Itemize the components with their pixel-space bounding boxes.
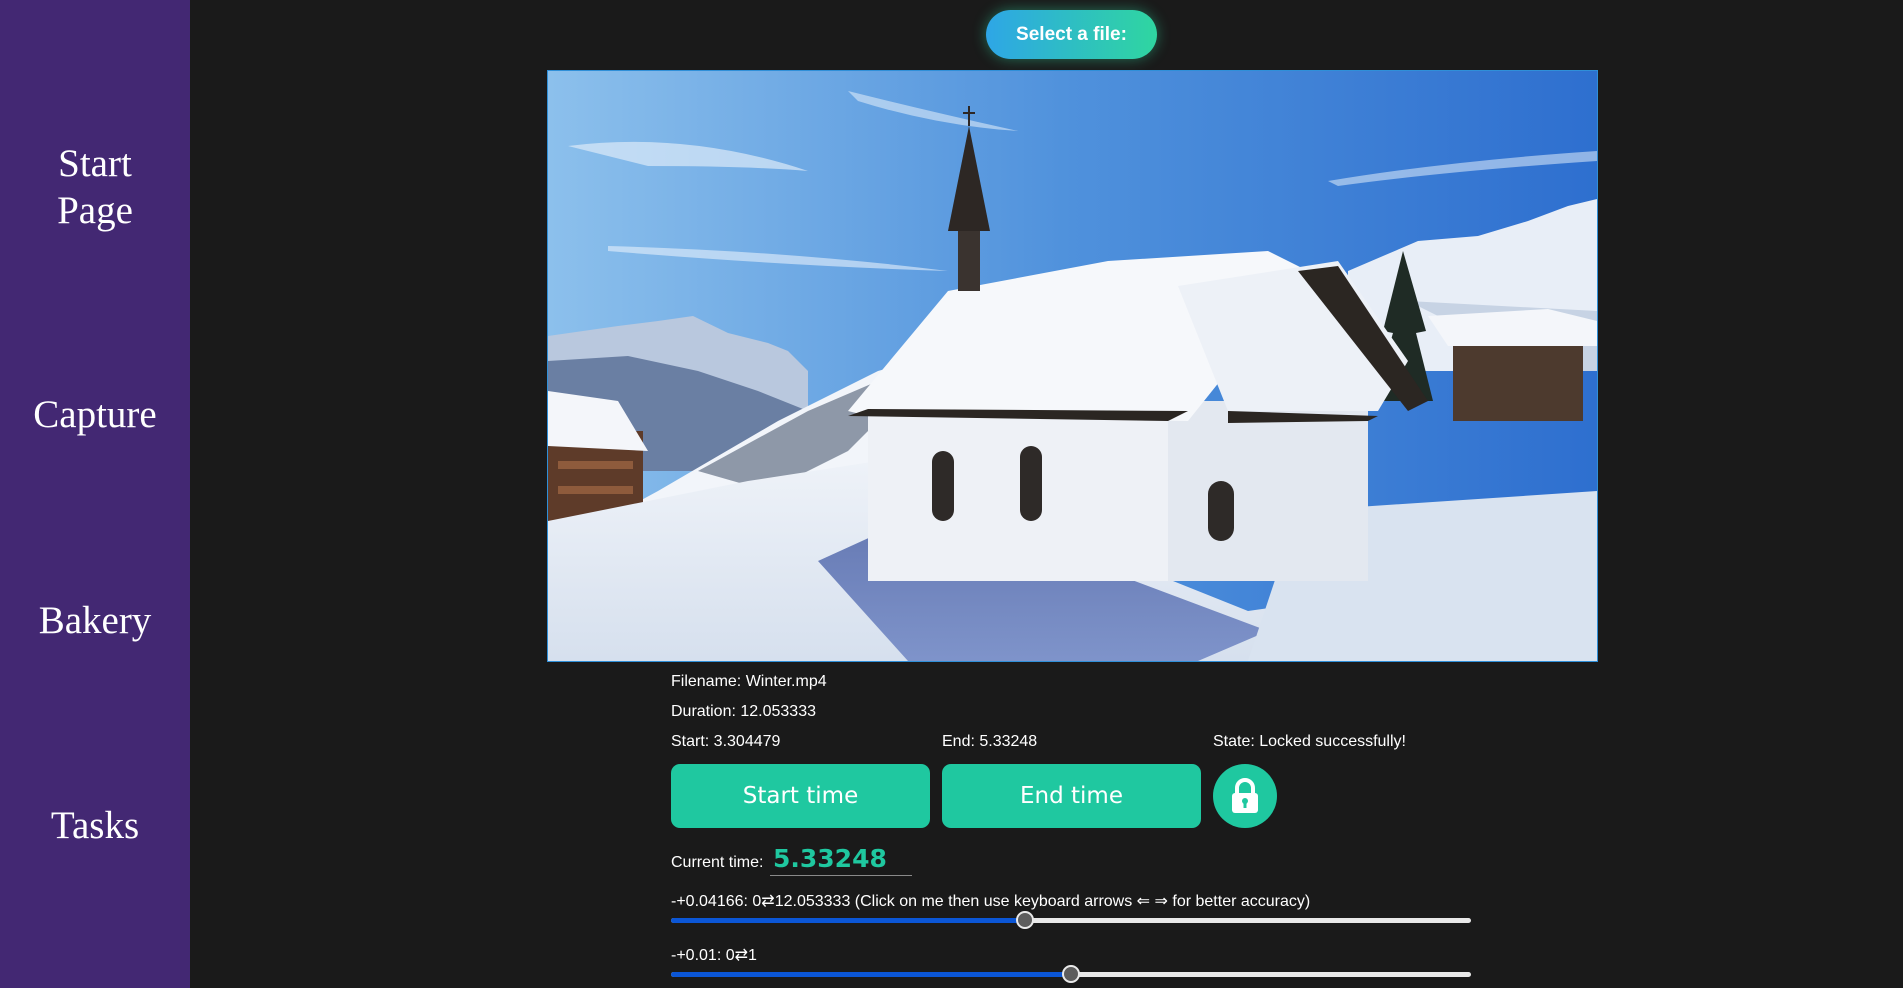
coarse-slider-label: -+0.04166: 0⇄12.053333 (Click on me then… — [671, 893, 1311, 910]
sidebar-item-label: Capture — [33, 393, 157, 436]
lock-icon — [1232, 778, 1258, 813]
filename-text: Filename: Winter.mp4 — [671, 673, 827, 690]
start-text: Start: 3.304479 — [671, 733, 781, 750]
state-text: State: Locked successfully! — [1213, 733, 1406, 750]
sidebar-item-tasks[interactable]: Tasks — [0, 802, 190, 849]
slider-thumb[interactable] — [1015, 911, 1034, 929]
slider-fill — [671, 918, 1025, 923]
sidebar-item-label: Bakery — [38, 599, 152, 642]
sidebar-item-label: Tasks — [50, 804, 140, 847]
start-time-button[interactable]: Start time — [671, 764, 930, 828]
sidebar-item-label: Start — [58, 142, 132, 185]
slider-fill — [671, 972, 1071, 977]
video-frame-image — [548, 71, 1597, 661]
lock-button[interactable] — [1213, 764, 1277, 828]
video-player[interactable] — [547, 70, 1598, 662]
slider-thumb[interactable] — [1062, 965, 1080, 983]
end-text: End: 5.33248 — [942, 733, 1038, 750]
sidebar-item-start-page[interactable]: Start Page — [0, 140, 190, 234]
sidebar-item-capture[interactable]: Capture — [0, 391, 190, 438]
fine-time-slider[interactable] — [671, 964, 1471, 984]
coarse-time-slider[interactable] — [671, 910, 1471, 930]
current-time-label: Current time: — [671, 854, 764, 871]
sidebar: Start Page Capture Bakery Tasks — [0, 0, 190, 988]
select-file-button[interactable]: Select a file: — [986, 10, 1157, 59]
current-time-input[interactable]: 5.33248 — [770, 843, 912, 876]
duration-text: Duration: 12.053333 — [671, 703, 816, 720]
end-time-button[interactable]: End time — [942, 764, 1201, 828]
sidebar-item-bakery[interactable]: Bakery — [0, 597, 190, 644]
sidebar-item-label: Page — [57, 189, 133, 232]
fine-slider-label: -+0.01: 0⇄1 — [671, 947, 757, 964]
